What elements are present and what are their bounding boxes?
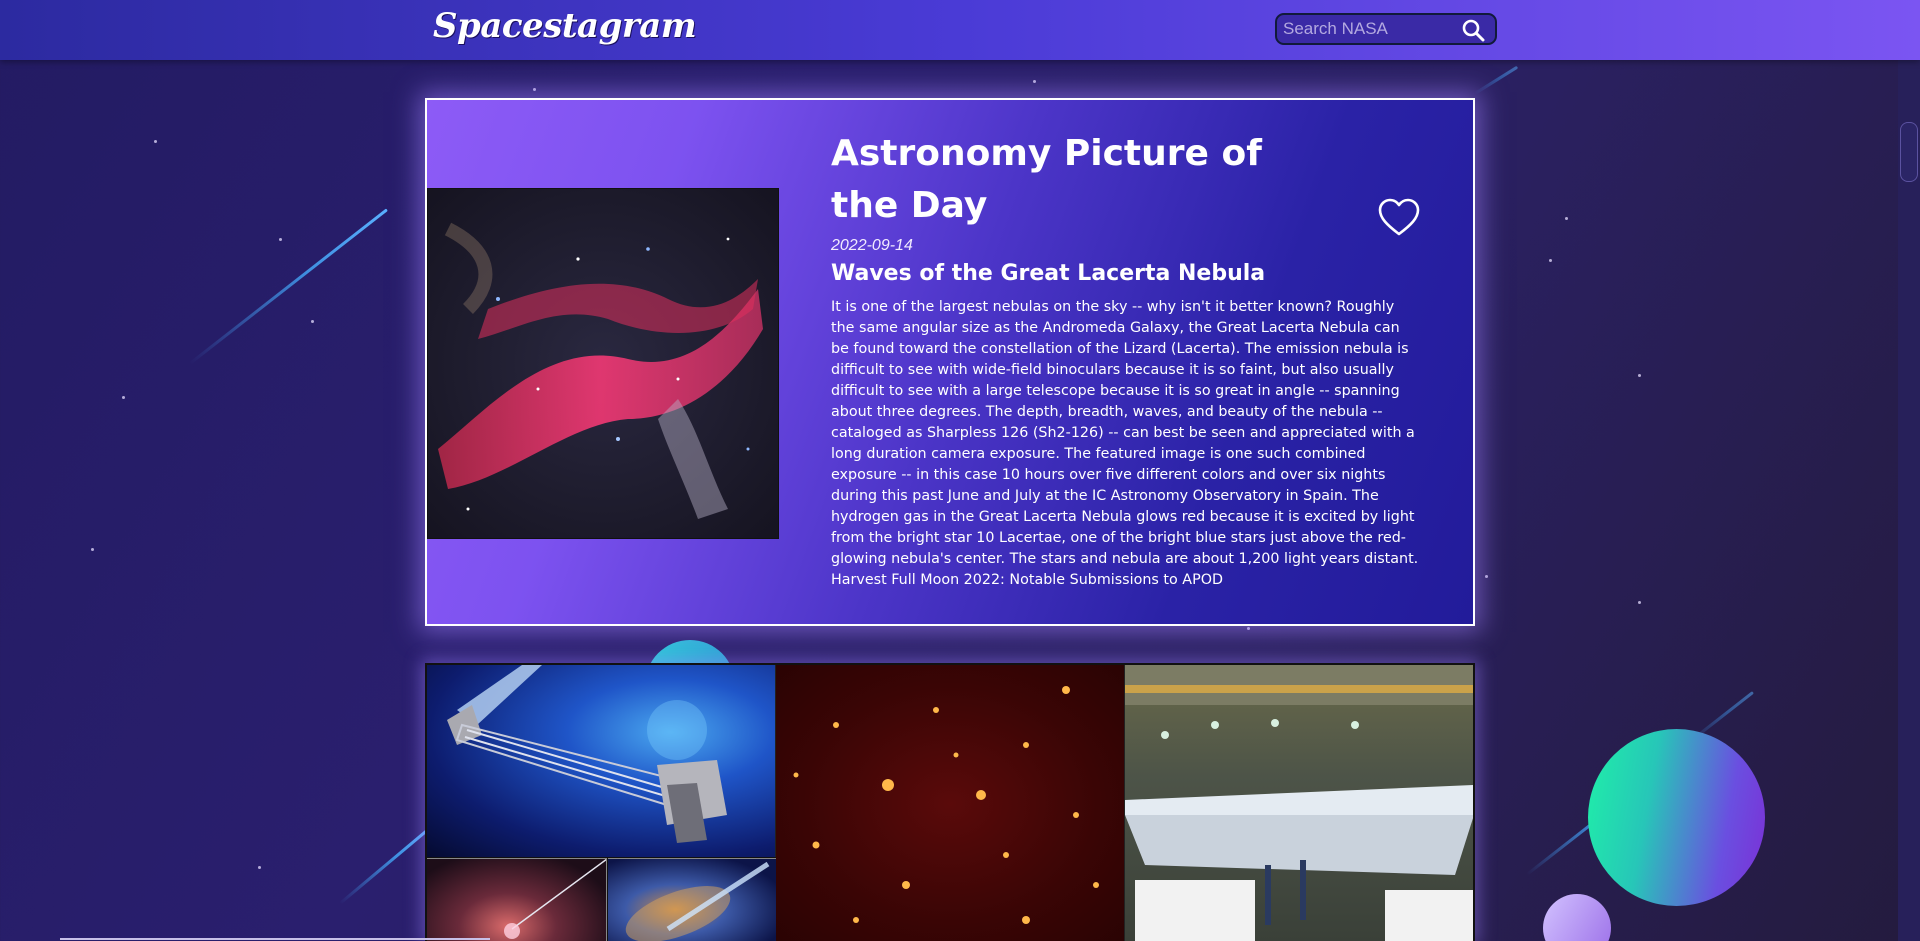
star	[154, 140, 157, 143]
star	[122, 396, 125, 399]
site-logo[interactable]: Spacestagram	[433, 6, 697, 46]
star	[1638, 601, 1641, 604]
search-box	[1275, 13, 1497, 45]
star	[258, 866, 261, 869]
nebula-jet-image[interactable]	[427, 858, 607, 941]
star	[1638, 374, 1641, 377]
star	[1485, 575, 1488, 578]
star	[279, 238, 282, 241]
galaxy-jet-image[interactable]	[608, 858, 776, 941]
spacecraft-telescope-image[interactable]	[427, 665, 776, 857]
nebula-image[interactable]	[427, 188, 779, 539]
apod-date: 2022-09-14	[831, 237, 913, 254]
shooting-star	[1474, 65, 1519, 95]
planet-small	[1543, 894, 1611, 941]
star	[1549, 259, 1552, 262]
image-gallery	[425, 663, 1475, 941]
shooting-star	[339, 825, 433, 905]
scrollbar-thumb[interactable]	[1900, 122, 1918, 182]
apod-heading: Astronomy Picture of the Day	[831, 133, 1262, 226]
heart-outline-icon[interactable]	[1377, 196, 1421, 240]
apod-title: Waves of the Great Lacerta Nebula	[831, 261, 1266, 286]
star	[1247, 627, 1250, 630]
top-navigation-bar: Spacestagram	[0, 0, 1920, 60]
bottom-divider	[60, 938, 490, 940]
star-field-image[interactable]	[776, 665, 1124, 941]
star	[91, 548, 94, 551]
star	[1565, 217, 1568, 220]
star	[1033, 80, 1036, 83]
planet-large	[1588, 729, 1765, 906]
star	[533, 88, 536, 91]
search-icon[interactable]	[1461, 18, 1485, 42]
hangar-aircraft-image[interactable]	[1124, 665, 1473, 941]
apod-description: It is one of the largest nebulas on the …	[831, 299, 1419, 588]
star	[311, 320, 314, 323]
page-scrollbar[interactable]	[1898, 60, 1920, 941]
shooting-star	[189, 208, 388, 365]
search-input[interactable]	[1277, 15, 1457, 43]
apod-card: Astronomy Picture of the Day 2022-09-14 …	[425, 98, 1475, 626]
